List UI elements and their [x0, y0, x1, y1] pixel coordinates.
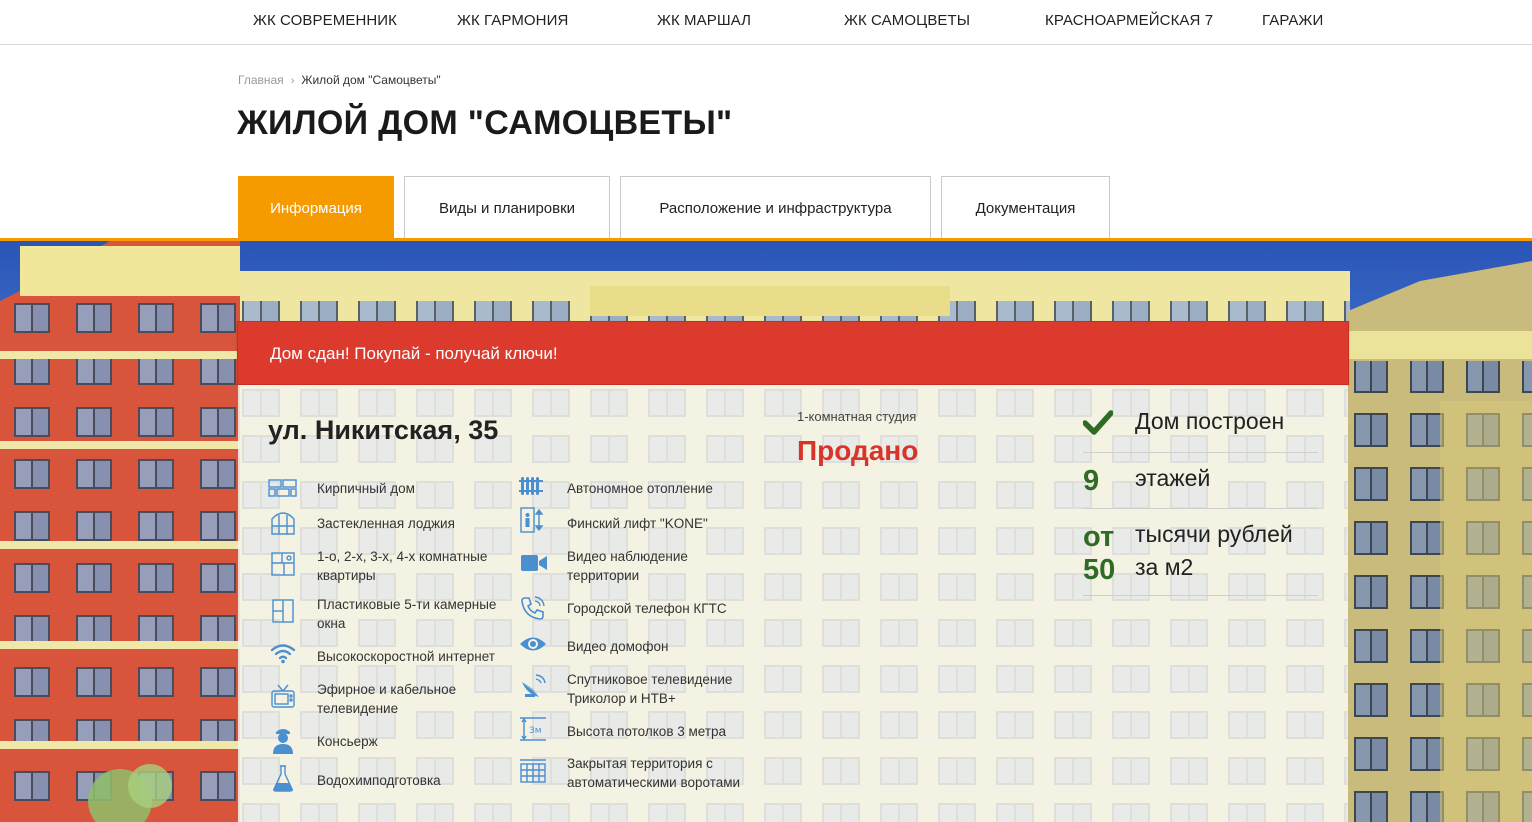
feature-label: Видео домофон	[567, 639, 669, 654]
phone-icon	[518, 595, 548, 621]
feature-label: Спутниковое телевидение Триколор и НТВ+	[567, 672, 733, 706]
address: ул. Никитская, 35	[268, 415, 499, 445]
satellite-icon	[518, 673, 548, 699]
feature-label: Автономное отопление	[567, 481, 713, 496]
nav-item-krasnoarmeyskaya[interactable]: КРАСНОАРМЕЙСКАЯ 7	[1045, 12, 1213, 29]
stat-divider	[1083, 508, 1318, 509]
tab-views-layouts[interactable]: Виды и планировки	[404, 176, 610, 240]
nav-item-garages[interactable]: ГАРАЖИ	[1262, 12, 1323, 29]
nav-item-sovremennik[interactable]: ЖК СОВРЕМЕННИК	[253, 12, 397, 29]
top-navigation: ЖК СОВРЕМЕННИК ЖК ГАРМОНИЯ ЖК МАРШАЛ ЖК …	[0, 0, 1532, 45]
breadcrumb-current: Жилой дом "Самоцветы"	[301, 73, 441, 87]
tab-location-infrastructure[interactable]: Расположение и инфраструктура	[620, 176, 931, 240]
feature-label: Закрытая территория с автоматическими во…	[567, 756, 741, 790]
feature-label: Эфирное и кабельное телевидение	[317, 682, 457, 716]
ceiling-height-icon: 3м	[518, 716, 548, 742]
sold-status: Продано	[797, 435, 919, 466]
breadcrumb-separator: ›	[290, 75, 295, 87]
checkmark-icon	[1082, 409, 1114, 440]
feature-label: Консьерж	[317, 734, 378, 749]
elevator-icon	[517, 507, 547, 533]
feature-label: Финский лифт "KONE"	[567, 516, 708, 531]
flask-icon	[268, 765, 298, 792]
tab-information[interactable]: Информация	[238, 176, 394, 240]
gate-icon	[518, 757, 548, 783]
nav-item-garmoniya[interactable]: ЖК ГАРМОНИЯ	[457, 12, 568, 29]
tab-documentation[interactable]: Документация	[941, 176, 1110, 240]
apartment-type: 1-комнатная студия	[797, 409, 917, 424]
tv-icon	[268, 683, 298, 709]
page-title: ЖИЛОЙ ДОМ "САМОЦВЕТЫ"	[237, 104, 733, 142]
radiator-icon	[517, 473, 547, 499]
nav-item-samotsvety[interactable]: ЖК САМОЦВЕТЫ	[844, 12, 970, 29]
price-label-line1: тысячи рублей	[1135, 521, 1293, 547]
breadcrumb: Главная › Жилой дом "Самоцветы"	[238, 73, 441, 87]
feature-label: Застекленная лоджия	[317, 516, 455, 531]
feature-label: Видео наблюдение территории	[567, 549, 688, 583]
feature-label: Высота потолков 3 метра	[567, 724, 727, 739]
feature-label: Кирпичный дом	[317, 481, 415, 496]
stat-divider	[1083, 595, 1318, 596]
feature-label: Городской телефон КГТС	[567, 601, 727, 616]
info-panel: ул. Никитская, 35 Кирпичный дом Застекле…	[238, 385, 1348, 822]
built-status: Дом построен	[1135, 408, 1285, 434]
nav-item-marshal[interactable]: ЖК МАРШАЛ	[657, 12, 751, 29]
concierge-icon	[268, 727, 298, 754]
floorplan-icon	[268, 551, 298, 577]
stat-divider	[1083, 452, 1318, 453]
window-icon	[268, 598, 298, 624]
breadcrumb-home-link[interactable]: Главная	[238, 73, 284, 87]
camera-icon	[519, 550, 549, 576]
floors-label: этажей	[1135, 465, 1211, 491]
svg-text:3м: 3м	[529, 726, 542, 736]
feature-label: 1-о, 2-х, 3-х, 4-х комнатные квартиры	[317, 549, 488, 583]
price-amount: 50	[1083, 554, 1116, 586]
price-label-line2: за м2	[1135, 554, 1194, 580]
wifi-icon	[268, 640, 298, 666]
loggia-icon	[268, 509, 298, 535]
feature-label: Пластиковые 5-ти камерные окна	[317, 597, 497, 631]
feature-label: Высокоскоростной интернет	[317, 649, 495, 664]
price-prefix: от	[1083, 521, 1115, 553]
status-banner: Дом сдан! Покупай - получай ключи!	[237, 321, 1349, 385]
feature-label: Водохимподготовка	[317, 773, 441, 788]
banner-text: Дом сдан! Покупай - получай ключи!	[270, 344, 558, 363]
eye-icon	[518, 631, 548, 657]
floors-count: 9	[1083, 465, 1100, 497]
brick-icon	[268, 475, 298, 501]
